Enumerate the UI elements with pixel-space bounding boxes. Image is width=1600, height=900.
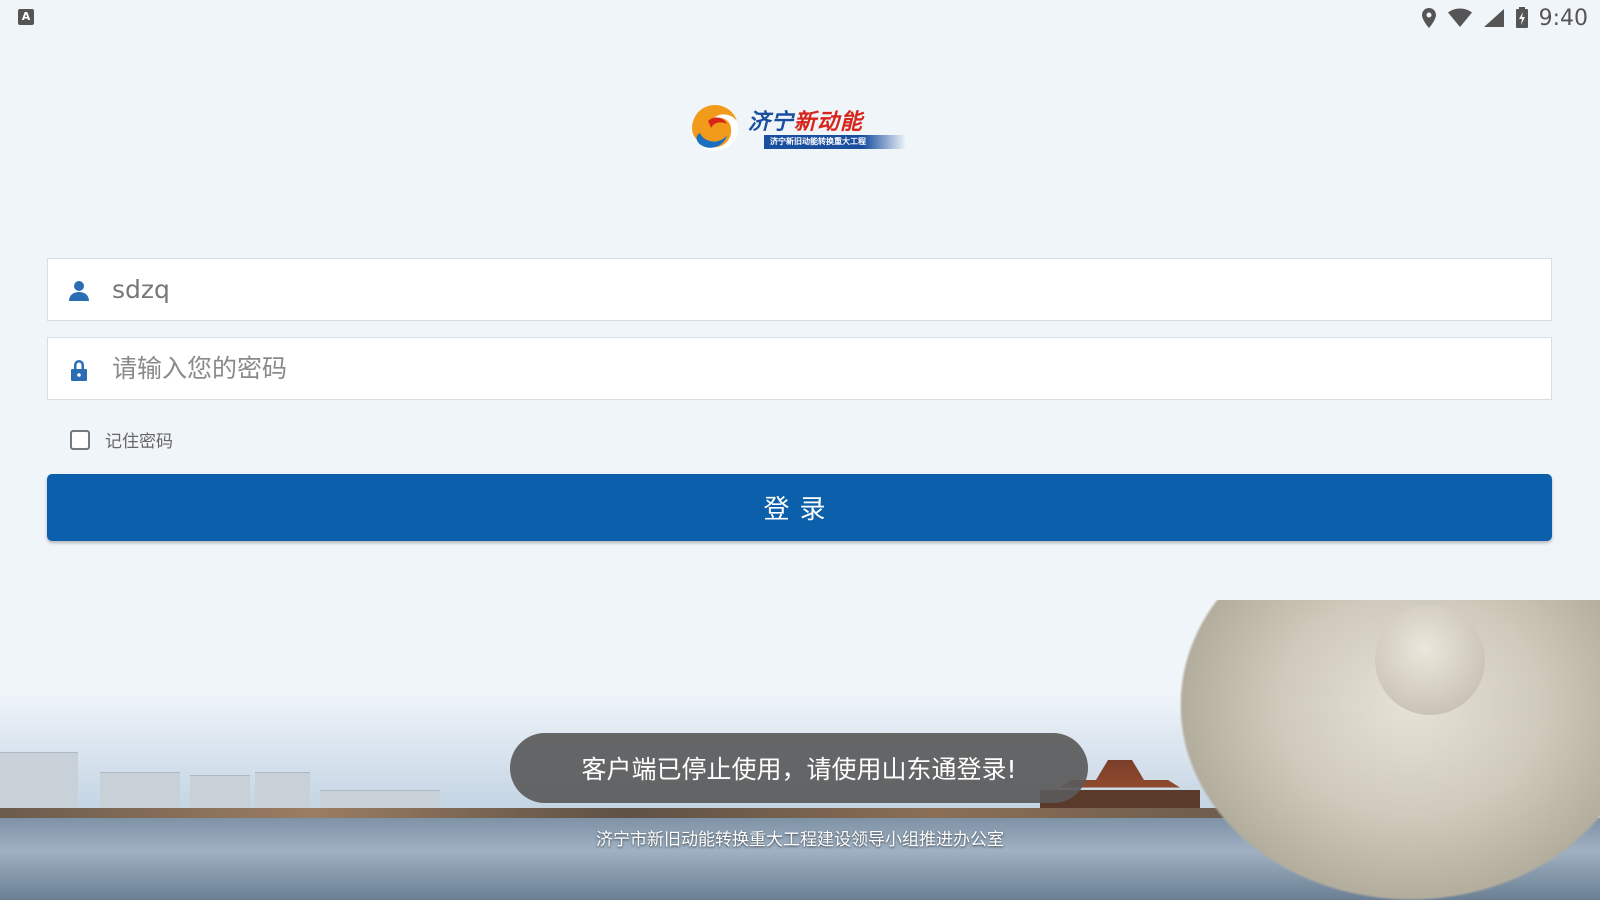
- signal-icon: [1483, 8, 1505, 28]
- statue-head: [1375, 605, 1485, 715]
- wifi-icon: [1447, 8, 1473, 28]
- footer-organization: 济宁市新旧动能转换重大工程建设领导小组推进办公室: [596, 830, 1004, 850]
- logo-title-blue: 济宁: [748, 110, 795, 135]
- building: [190, 775, 250, 811]
- status-icons: 9:40: [1421, 4, 1588, 32]
- remember-checkbox[interactable]: [70, 429, 90, 450]
- location-icon: [1421, 7, 1437, 29]
- username-input[interactable]: [112, 259, 1541, 320]
- username-field[interactable]: [47, 258, 1552, 321]
- logo-swirl-icon: [692, 104, 738, 151]
- building: [100, 772, 180, 811]
- lock-icon: [68, 359, 90, 381]
- remember-label: 记住密码: [105, 432, 173, 452]
- building: [0, 752, 78, 811]
- battery-icon: [1515, 7, 1529, 29]
- logo-title-red: 新动能: [794, 110, 864, 135]
- keyboard-notification-icon: A: [18, 9, 34, 25]
- password-field[interactable]: [47, 337, 1552, 400]
- status-bar: A 9:40: [0, 0, 1600, 36]
- remember-password[interactable]: 记住密码: [70, 427, 173, 452]
- clock-time: 9:40: [1538, 5, 1588, 31]
- user-icon: [68, 280, 90, 302]
- logo-title: 济宁新动能: [748, 104, 863, 136]
- password-input[interactable]: [112, 338, 1541, 399]
- building: [255, 772, 310, 811]
- logo-subtitle: 济宁新旧动能转换重大工程: [764, 135, 906, 149]
- toast-message: 客户端已停止使用，请使用山东通登录!: [510, 733, 1088, 803]
- login-button[interactable]: 登录: [47, 474, 1552, 541]
- app-logo: 济宁新动能 济宁新旧动能转换重大工程: [690, 100, 910, 156]
